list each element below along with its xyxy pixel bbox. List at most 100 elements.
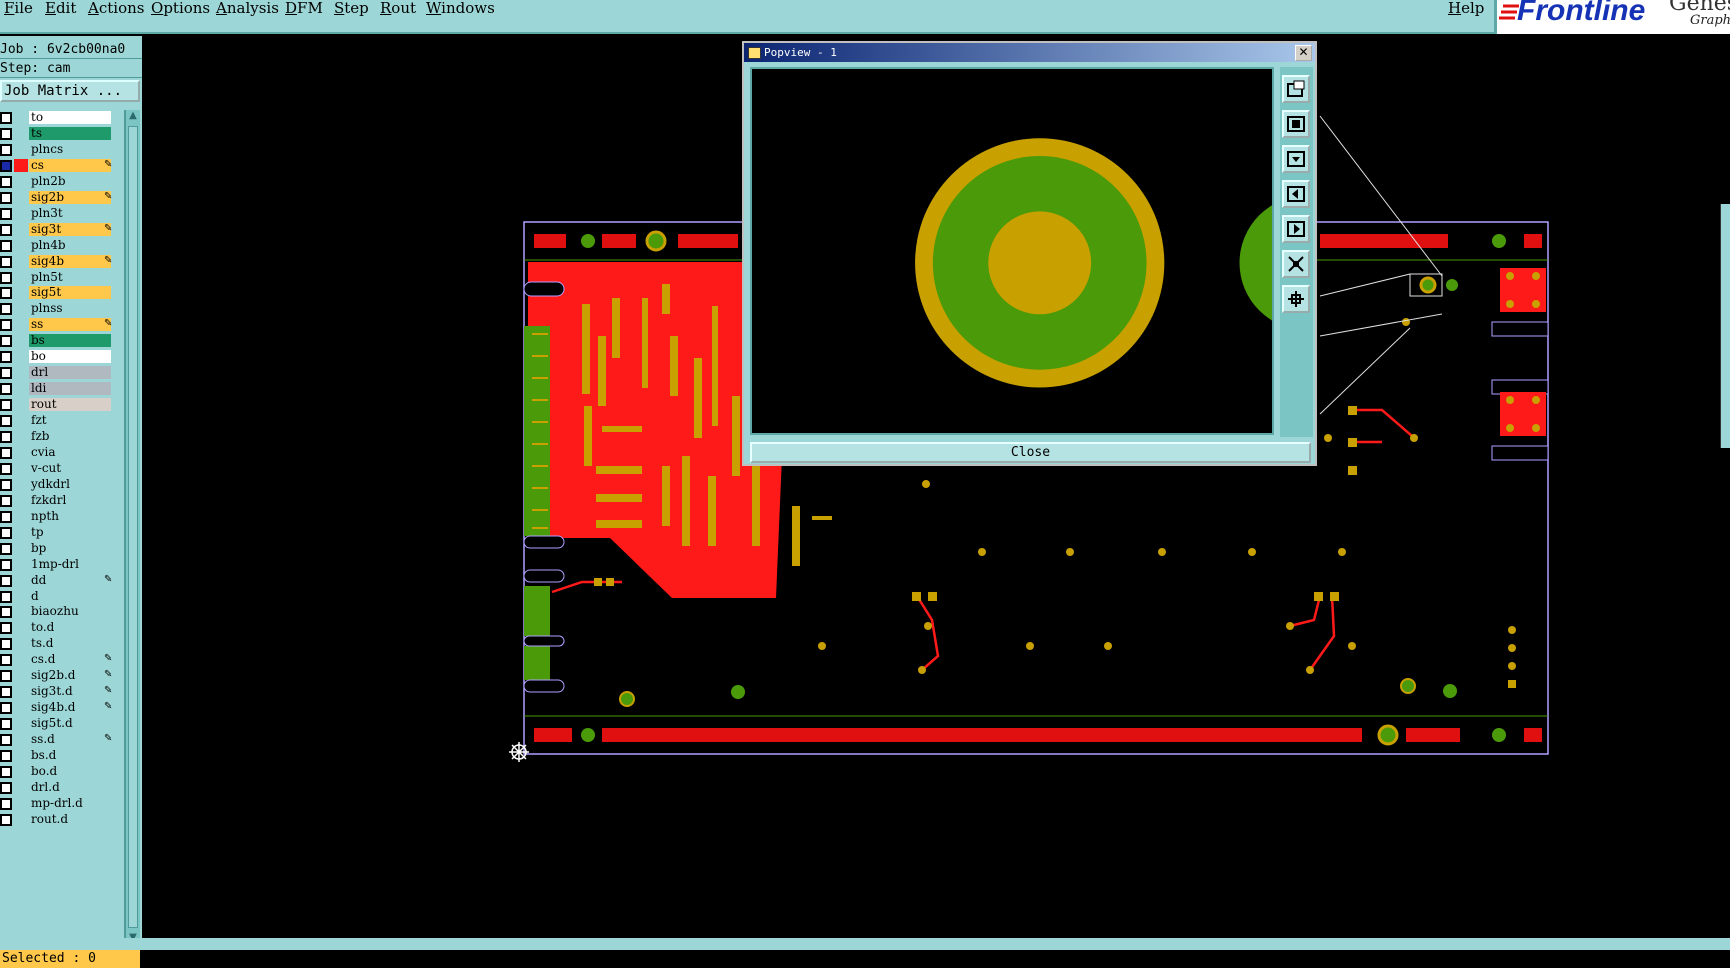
layer-checkbox[interactable] bbox=[0, 207, 12, 220]
layer-display-swatch[interactable] bbox=[14, 558, 28, 571]
layer-display-swatch[interactable] bbox=[14, 207, 28, 220]
layer-row-v-cut[interactable]: v-cut bbox=[0, 461, 116, 476]
layer-display-swatch[interactable] bbox=[14, 430, 28, 443]
layer-display-swatch[interactable] bbox=[14, 366, 28, 379]
layer-row-ss-d[interactable]: ss.d ✎ bbox=[0, 732, 116, 747]
scroll-thumb[interactable] bbox=[128, 126, 138, 928]
layer-name[interactable]: pln2b bbox=[29, 174, 111, 188]
layer-checkbox[interactable] bbox=[0, 143, 12, 156]
layer-row-fzkdrl[interactable]: fzkdrl bbox=[0, 493, 116, 508]
layer-name[interactable]: fzb bbox=[29, 430, 111, 443]
menu-help[interactable]: Help bbox=[1448, 0, 1484, 18]
layer-display-swatch[interactable] bbox=[14, 685, 28, 698]
layer-name[interactable]: pln4b bbox=[29, 238, 111, 252]
layer-name[interactable]: ydkdrl bbox=[29, 477, 111, 491]
zoom-in-icon[interactable] bbox=[1282, 110, 1310, 138]
layer-name[interactable]: cvia bbox=[29, 445, 111, 459]
layer-display-swatch[interactable] bbox=[14, 191, 28, 204]
layer-row-sig3t[interactable]: sig3t ✎ bbox=[0, 222, 116, 237]
layer-name[interactable]: fzt bbox=[29, 414, 111, 428]
layer-checkbox[interactable] bbox=[0, 670, 12, 683]
layer-row-ss[interactable]: ss ✎ bbox=[0, 317, 116, 332]
layer-row-rout[interactable]: rout bbox=[0, 397, 116, 412]
layer-row-sig2b[interactable]: sig2b ✎ bbox=[0, 190, 116, 205]
layer-row-to-d[interactable]: to.d bbox=[0, 620, 116, 635]
layer-row-mp-drl-d[interactable]: mp-drl.d bbox=[0, 796, 116, 811]
layer-checkbox[interactable] bbox=[0, 367, 12, 380]
layer-display-swatch[interactable] bbox=[14, 398, 28, 411]
pan-left-icon[interactable] bbox=[1282, 180, 1310, 208]
menu-dfm[interactable]: DFM bbox=[285, 0, 323, 18]
layer-display-swatch[interactable] bbox=[14, 717, 28, 730]
layer-row-bo-d[interactable]: bo.d bbox=[0, 764, 116, 779]
layer-name[interactable]: sig2b.d bbox=[29, 669, 111, 683]
layer-row-bs[interactable]: bs bbox=[0, 333, 116, 348]
layer-checkbox[interactable] bbox=[0, 494, 12, 507]
layer-checkbox[interactable] bbox=[0, 510, 12, 523]
layer-name[interactable]: to.d bbox=[29, 621, 111, 635]
layer-display-swatch[interactable] bbox=[14, 701, 28, 714]
layer-name[interactable]: ts bbox=[29, 126, 111, 140]
layer-name[interactable]: bs.d bbox=[29, 749, 111, 762]
layer-checkbox[interactable] bbox=[0, 813, 12, 826]
layer-checkbox[interactable] bbox=[0, 351, 12, 364]
layer-checkbox[interactable] bbox=[0, 606, 12, 619]
layer-row-pln3t[interactable]: pln3t bbox=[0, 206, 116, 221]
layer-checkbox[interactable] bbox=[0, 750, 12, 762]
layer-name[interactable]: plncs bbox=[29, 142, 111, 156]
layer-row-d[interactable]: d bbox=[0, 589, 116, 604]
popview-canvas[interactable] bbox=[750, 67, 1274, 435]
layer-display-swatch[interactable] bbox=[14, 478, 28, 491]
home-icon[interactable] bbox=[1282, 285, 1310, 313]
zoom-out-icon[interactable] bbox=[1282, 145, 1310, 173]
layer-row-bo[interactable]: bo bbox=[0, 349, 116, 364]
layer-display-swatch[interactable] bbox=[14, 749, 28, 762]
menu-analysis[interactable]: Analysis bbox=[216, 0, 279, 18]
layer-row-tp[interactable]: tp bbox=[0, 525, 116, 540]
layer-row-plncs[interactable]: plncs bbox=[0, 142, 116, 157]
layer-checkbox[interactable] bbox=[0, 686, 12, 699]
layer-display-swatch[interactable] bbox=[14, 637, 28, 650]
menu-step[interactable]: Step bbox=[334, 0, 369, 18]
layer-display-swatch[interactable] bbox=[14, 143, 28, 156]
layer-display-swatch[interactable] bbox=[14, 255, 28, 268]
layer-row-plnss[interactable]: plnss bbox=[0, 301, 116, 316]
layer-name[interactable]: rout bbox=[29, 398, 111, 412]
layer-row-ts-d[interactable]: ts.d bbox=[0, 636, 116, 651]
layer-checkbox[interactable] bbox=[0, 622, 12, 635]
layer-name[interactable]: pln3t bbox=[29, 206, 111, 220]
pan-right-icon[interactable] bbox=[1282, 215, 1310, 243]
layer-row-sig2b-d[interactable]: sig2b.d ✎ bbox=[0, 668, 116, 683]
layer-name[interactable]: mp-drl.d bbox=[29, 796, 111, 810]
layer-display-swatch[interactable] bbox=[14, 765, 28, 778]
layer-name[interactable]: dd bbox=[29, 573, 111, 587]
layer-name[interactable]: sig4b.d bbox=[29, 701, 111, 715]
layer-display-swatch[interactable] bbox=[14, 781, 28, 794]
layer-name[interactable]: sig3t bbox=[29, 222, 111, 236]
layer-checkbox[interactable] bbox=[0, 558, 12, 571]
layer-display-swatch[interactable] bbox=[14, 494, 28, 507]
layer-row-ydkdrl[interactable]: ydkdrl bbox=[0, 477, 116, 492]
layer-name[interactable]: sig3t.d bbox=[29, 685, 111, 699]
layer-checkbox[interactable] bbox=[0, 590, 12, 603]
layer-display-swatch[interactable] bbox=[14, 462, 28, 475]
layer-scrollbar[interactable]: ▲ ▼ bbox=[124, 110, 140, 948]
layer-checkbox[interactable] bbox=[0, 781, 12, 794]
layer-display-swatch[interactable] bbox=[14, 302, 28, 315]
popview-titlebar[interactable]: Popview - 1 bbox=[744, 43, 1315, 62]
layer-name[interactable]: bo bbox=[29, 350, 111, 364]
layer-checkbox[interactable] bbox=[0, 335, 12, 348]
layer-display-swatch[interactable] bbox=[14, 574, 28, 587]
layer-name[interactable]: bp bbox=[29, 541, 111, 555]
menu-actions[interactable]: Actions bbox=[88, 0, 144, 18]
layer-display-swatch[interactable] bbox=[14, 175, 28, 188]
layer-checkbox[interactable] bbox=[0, 526, 12, 539]
layer-display-swatch[interactable] bbox=[14, 350, 28, 363]
layer-row-biaozhu[interactable]: biaozhu bbox=[0, 604, 116, 619]
layer-display-swatch[interactable] bbox=[14, 526, 28, 539]
layer-name[interactable]: cs.d bbox=[29, 653, 111, 667]
layer-name[interactable]: d bbox=[29, 589, 111, 603]
layer-display-swatch[interactable] bbox=[14, 510, 28, 523]
layer-name[interactable]: biaozhu bbox=[29, 605, 111, 619]
layer-display-swatch[interactable] bbox=[14, 669, 28, 682]
